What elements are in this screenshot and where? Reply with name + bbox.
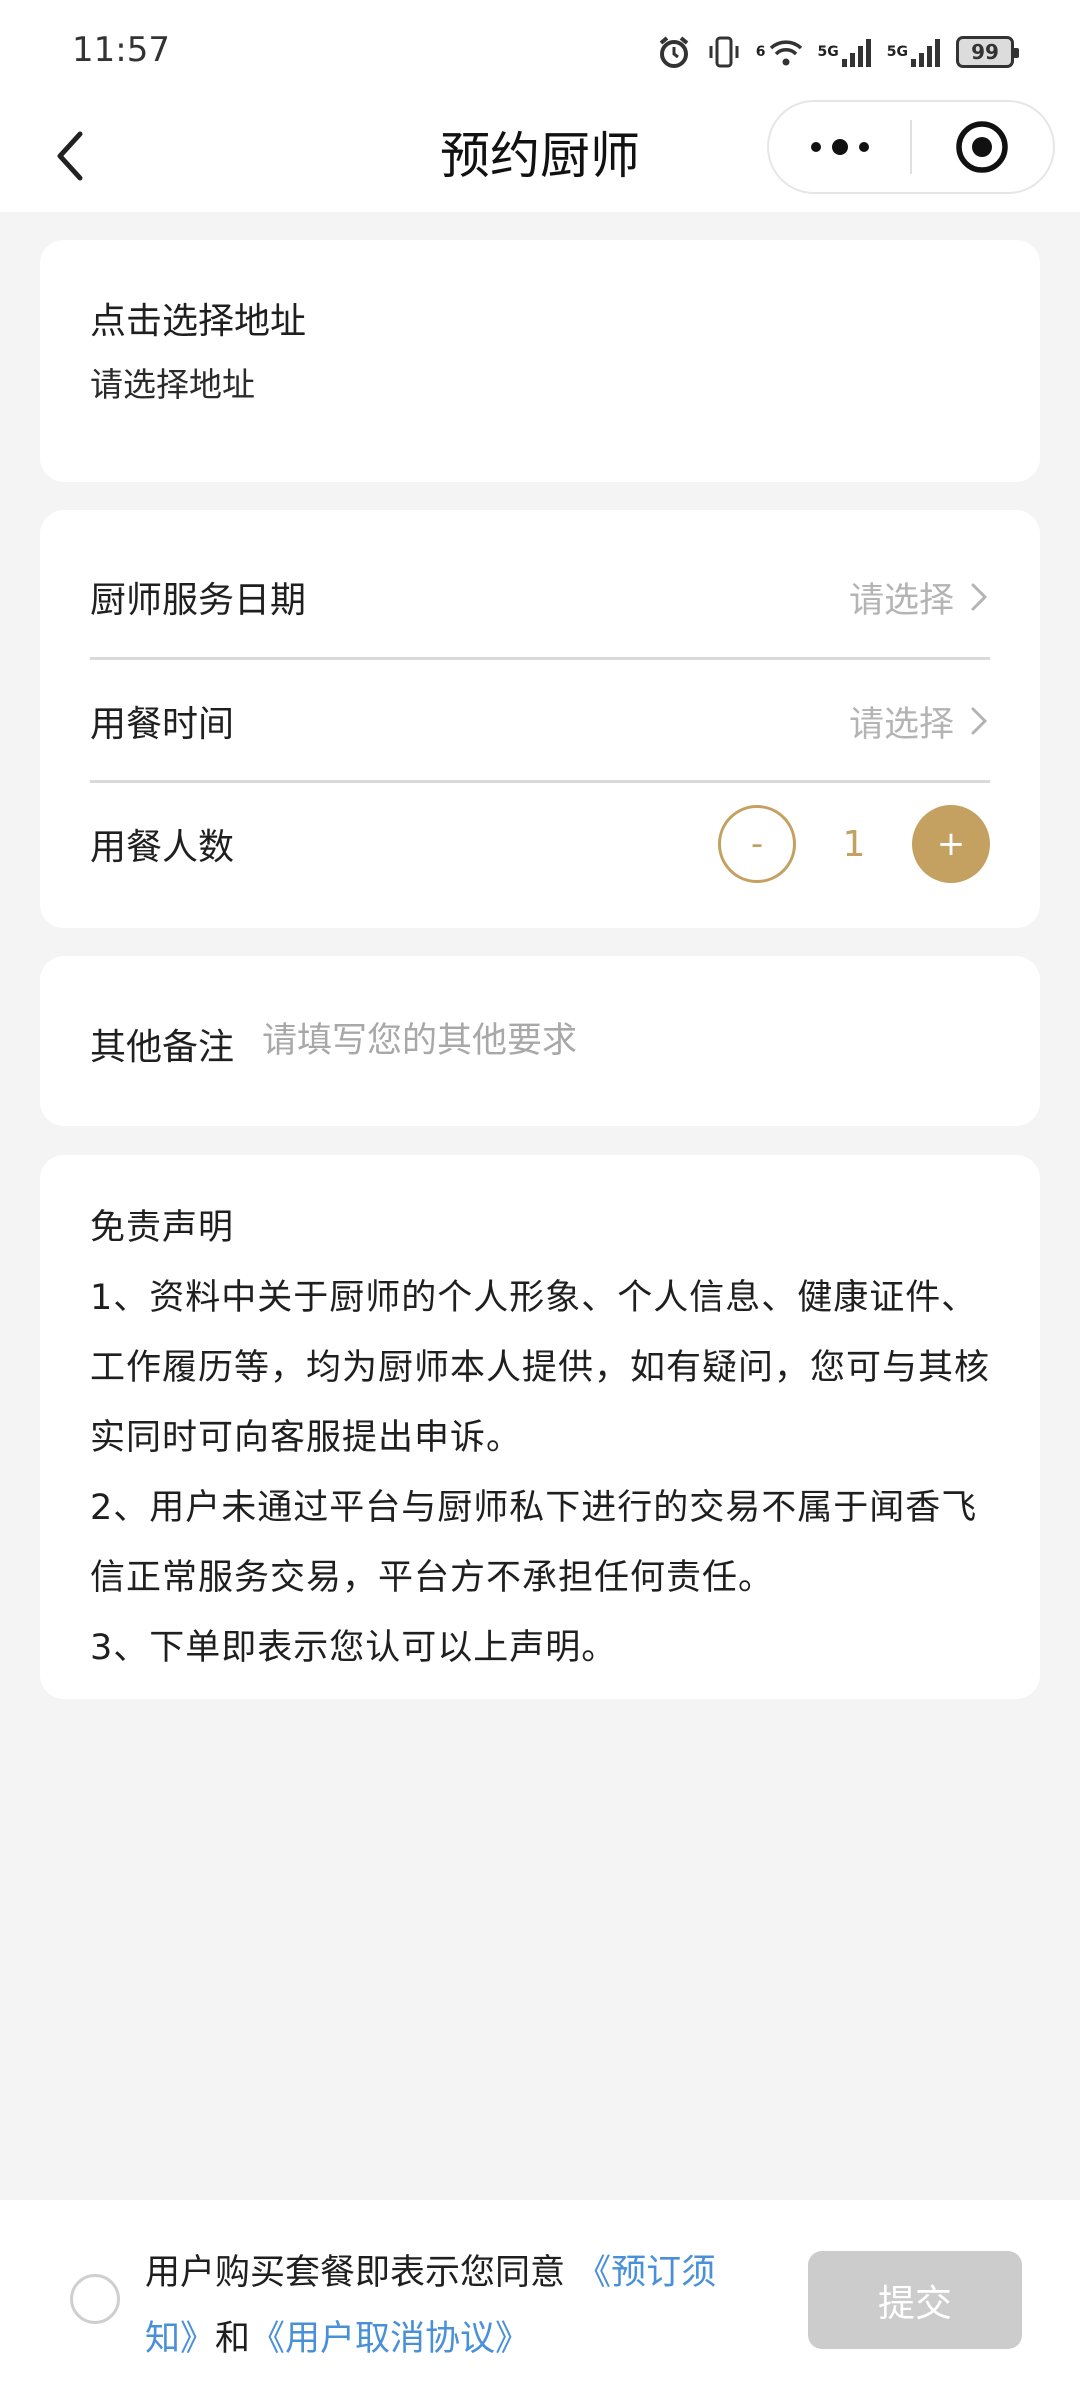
signal-icon-2: 5G [887,37,942,67]
meal-time-value: 请选择 [848,704,954,745]
chevron-left-icon [57,131,83,181]
more-dots-icon [810,139,869,155]
mini-program-capsule [767,100,1055,194]
vibrate-icon [706,34,742,70]
status-icons: 6 5G 5G 99 [656,30,1019,74]
notes-card: 其他备注 [40,956,1040,1126]
notes-input[interactable] [262,1006,982,1076]
service-card: 厨师服务日期 请选择 用餐时间 请选择 用餐人数 - 1 + [40,510,1040,928]
people-count-row: 用餐人数 - 1 + [90,783,990,905]
close-program-button[interactable] [912,102,1053,192]
people-count-value: 1 [842,823,866,865]
disclaimer-item-2: 2、用户未通过平台与厨师私下进行的交易不属于闻香飞信正常服务交易，平台方不承担任… [90,1488,978,1598]
agreement-prefix: 用户购买套餐即表示您同意 [145,2253,566,2293]
address-subtitle: 请选择地址 [90,365,255,404]
chevron-right-icon [971,707,988,735]
disclaimer-item-3: 3、下单即表示您认可以上声明。 [90,1628,618,1668]
agreement-and: 和 [215,2319,251,2359]
meal-time-label: 用餐时间 [90,704,235,745]
decrease-button[interactable]: - [718,805,796,883]
chevron-right-icon [971,583,988,611]
people-count-label: 用餐人数 [90,827,235,868]
target-close-icon [956,121,1009,173]
battery-icon: 99 [956,36,1019,68]
disclaimer-title: 免责声明 [90,1208,235,1248]
service-date-value: 请选择 [848,580,954,621]
disclaimer-card: 免责声明 1、资料中关于厨师的个人形象、个人信息、健康证件、工作履历等，均为厨师… [40,1155,1040,1699]
disclaimer-body: 免责声明 1、资料中关于厨师的个人形象、个人信息、健康证件、工作履历等，均为厨师… [90,1193,990,1683]
submit-button[interactable]: 提交 [808,2251,1022,2349]
status-bar: 11:57 6 5G 5G 99 [0,0,1080,100]
address-title: 点击选择地址 [90,301,307,342]
notes-label: 其他备注 [90,1027,235,1068]
service-date-label: 厨师服务日期 [90,580,307,621]
increase-button[interactable]: + [912,805,990,883]
address-card[interactable]: 点击选择地址 请选择地址 [40,240,1040,482]
agree-checkbox[interactable] [70,2274,120,2324]
disclaimer-item-1: 1、资料中关于厨师的个人形象、个人信息、健康证件、工作履历等，均为厨师本人提供，… [90,1278,991,1458]
signal-icon: 5G [818,37,873,67]
nav-bar: 预约厨师 [0,100,1080,212]
cancel-policy-link[interactable]: 《用户取消协议》 [250,2319,530,2359]
bottom-bar: 用户购买套餐即表示您同意 《预订须知》和《用户取消协议》 提交 [0,2200,1080,2400]
alarm-icon [656,34,692,70]
back-button[interactable] [34,120,106,192]
status-time: 11:57 [72,30,170,70]
people-stepper: - 1 + [718,805,990,883]
meal-time-row[interactable]: 用餐时间 请选择 [90,660,990,782]
wifi-icon: 6 [756,36,804,68]
service-date-row[interactable]: 厨师服务日期 请选择 [90,536,990,658]
more-button[interactable] [769,102,910,192]
agreement-text: 用户购买套餐即表示您同意 《预订须知》和《用户取消协议》 [145,2240,765,2372]
